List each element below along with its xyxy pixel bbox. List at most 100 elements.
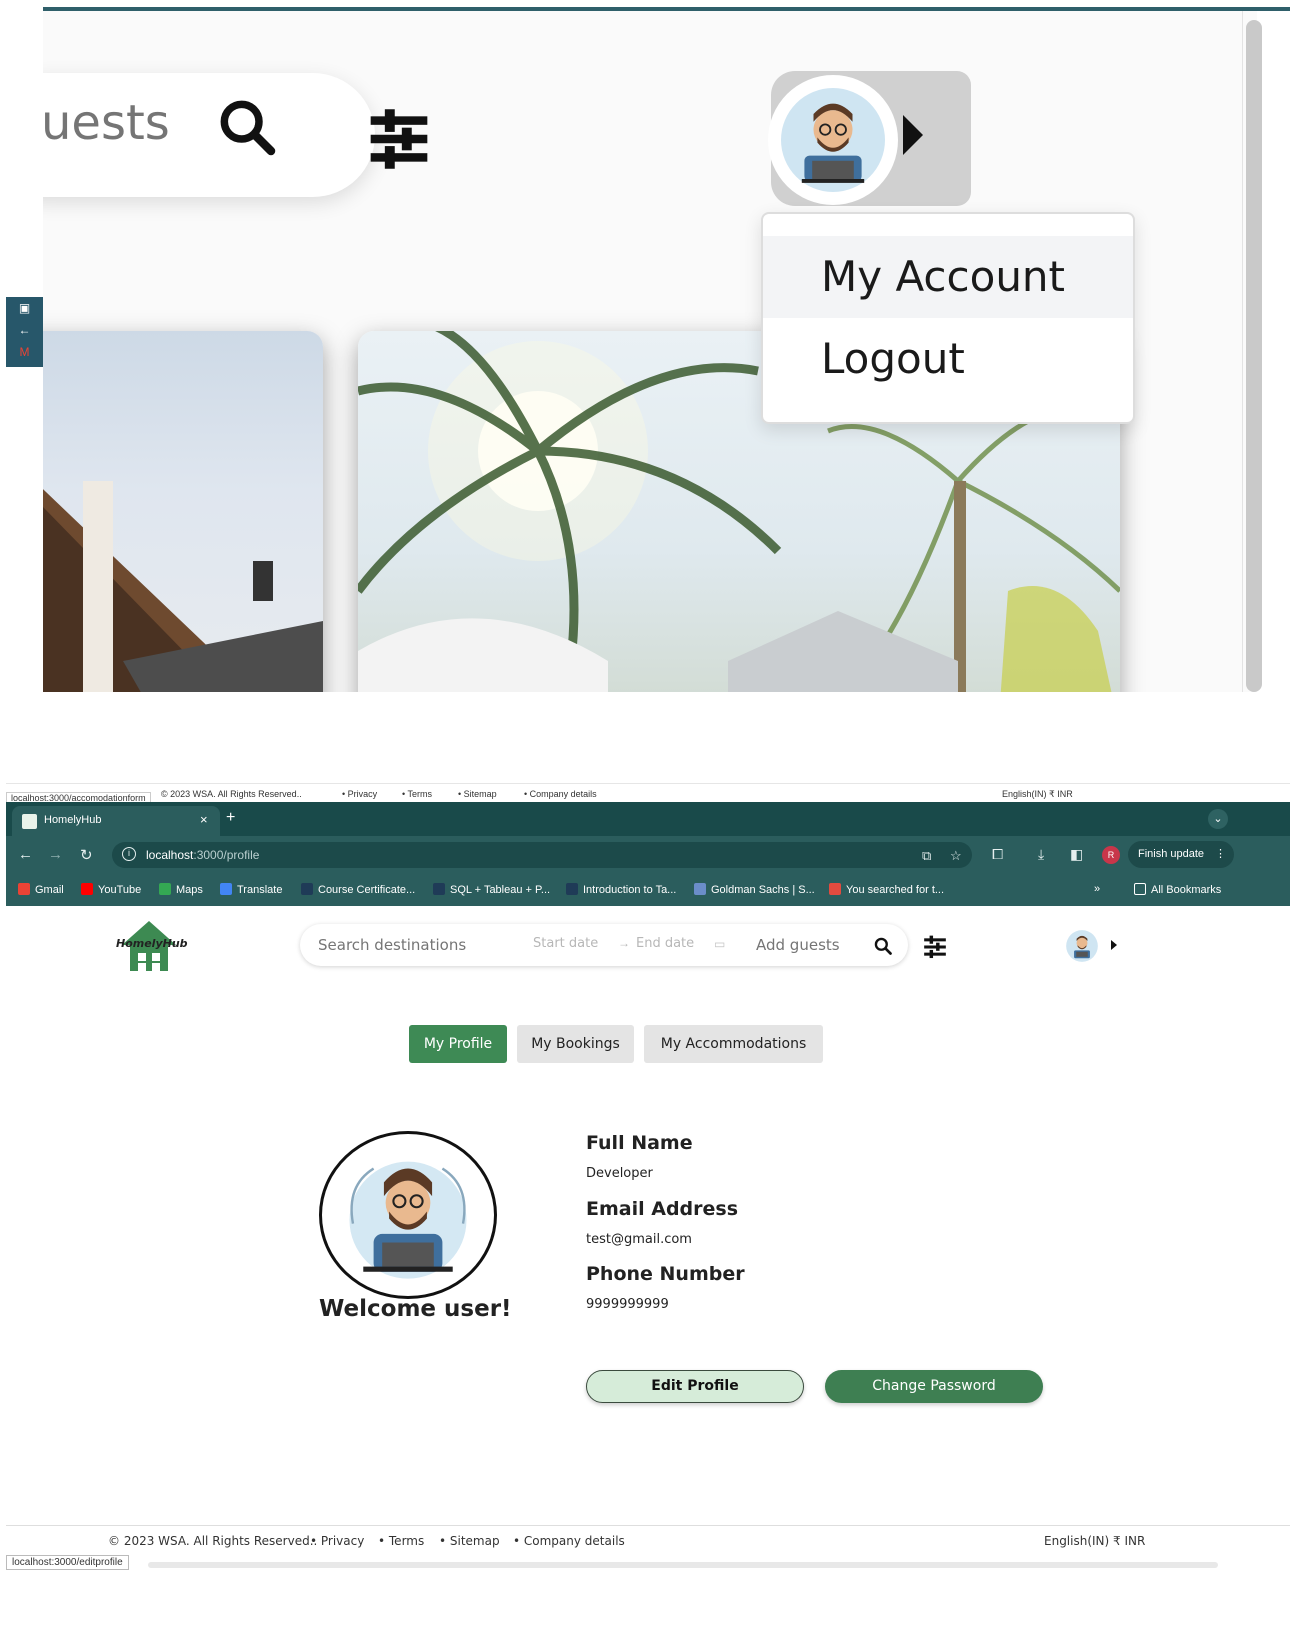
bookmark-you-searched[interactable]: You searched for t...	[829, 883, 944, 896]
bookmark-label: Gmail	[35, 884, 64, 896]
maps-icon	[159, 883, 171, 895]
browser-tab[interactable]: HomelyHub ×	[12, 806, 220, 836]
zoom-avatar[interactable]	[768, 75, 898, 205]
bookmark-label: Goldman Sachs | S...	[711, 884, 815, 896]
bookmark-translate[interactable]: Translate	[220, 883, 282, 896]
mini-gmail-icon: M	[19, 345, 30, 359]
chevron-down-icon[interactable]: ⌄	[1208, 809, 1228, 829]
mini-side-panel: ▣ ← M	[6, 297, 43, 367]
start-date-input[interactable]: Start date	[533, 936, 598, 951]
footer-copyright: © 2023 WSA. All Rights Reserved..	[108, 1534, 318, 1548]
bookmarks-bar: Gmail YouTube Maps Translate Course Cert…	[6, 874, 1290, 906]
listing-card-image[interactable]	[43, 331, 323, 692]
site-info-icon[interactable]: i	[122, 847, 136, 861]
edit-profile-button[interactable]: Edit Profile	[586, 1370, 804, 1403]
back-arrow-icon[interactable]: ←	[18, 846, 33, 863]
caret-right-icon[interactable]	[903, 115, 923, 155]
bookmark-maps[interactable]: Maps	[159, 883, 203, 896]
menu-item-my-account[interactable]: My Account	[763, 236, 1133, 318]
filter-sliders-icon[interactable]	[365, 105, 433, 173]
bookmark-label: YouTube	[98, 884, 142, 896]
ghost-link-company[interactable]: • Company details	[524, 789, 597, 799]
extensions-icon[interactable]: ⧠	[992, 846, 1003, 863]
ghost-link-privacy[interactable]: • Privacy	[342, 789, 377, 799]
bookmark-sql-tableau[interactable]: SQL + Tableau + P...	[433, 883, 550, 896]
bird-icon	[829, 883, 841, 895]
url-host: localhost	[146, 848, 194, 862]
horizontal-scrollbar[interactable]	[148, 1562, 1218, 1568]
footer-link-terms[interactable]: • Terms	[378, 1534, 424, 1548]
all-bookmarks[interactable]: All Bookmarks	[1134, 883, 1221, 896]
mini-back-arrow-icon[interactable]: ←	[6, 319, 43, 341]
change-password-button[interactable]: Change Password	[825, 1370, 1043, 1403]
tab-my-accommodations[interactable]: My Accommodations	[644, 1025, 823, 1063]
developer-avatar-icon	[349, 1161, 467, 1279]
kebab-menu-icon[interactable]: ⋮	[1215, 841, 1226, 868]
star-icon[interactable]: ☆	[950, 848, 962, 864]
guests-input[interactable]: Add guests	[756, 936, 840, 954]
email-value: test@gmail.com	[586, 1232, 692, 1247]
profile-avatar[interactable]: R	[1102, 846, 1120, 864]
zoom-divider	[1242, 11, 1243, 692]
side-panel-icon[interactable]: ◧	[1070, 846, 1083, 863]
tab-my-bookings[interactable]: My Bookings	[517, 1025, 634, 1063]
menu-item-logout[interactable]: Logout	[763, 318, 1133, 400]
search-bar[interactable]: Search destinations Start date → End dat…	[300, 924, 908, 966]
search-icon[interactable]	[215, 95, 279, 159]
zoom-search-guests-text: uests	[43, 95, 170, 151]
footer-divider	[6, 1525, 1290, 1526]
footer-link-company-details[interactable]: • Company details	[513, 1534, 625, 1548]
footer-link-privacy[interactable]: • Privacy	[310, 1534, 364, 1548]
bookmark-youtube[interactable]: YouTube	[81, 883, 141, 896]
zoom-search-bar[interactable]: uests	[43, 73, 375, 197]
full-name-value: Developer	[586, 1166, 653, 1181]
install-app-icon[interactable]: ⧉	[922, 848, 931, 864]
bookmark-label: Maps	[176, 884, 203, 896]
more-bookmarks-icon[interactable]: »	[1094, 883, 1100, 895]
address-bar[interactable]: i localhost:3000/profile ⧉ ☆	[112, 842, 972, 868]
status-url-hint: localhost:3000/editprofile	[6, 1555, 129, 1570]
new-tab-icon[interactable]: +	[226, 809, 235, 827]
calendar-icon[interactable]: ▭	[714, 937, 725, 951]
zoomed-view: uests My Account Logout ▣ ← M	[0, 0, 1290, 692]
filter-sliders-icon[interactable]	[922, 934, 948, 960]
goldman-icon	[694, 883, 706, 895]
zoom-scrollbar[interactable]	[1246, 20, 1262, 692]
translate-icon	[220, 883, 232, 895]
download-icon[interactable]: ⤓	[1038, 846, 1044, 863]
phone-label: Phone Number	[586, 1263, 745, 1285]
finish-update-button[interactable]: Finish update ⋮	[1128, 841, 1234, 868]
browser-toolbar: ← → ↻ i localhost:3000/profile ⧉ ☆ ⧠ ⤓ ◧…	[6, 836, 1290, 874]
destination-input[interactable]: Search destinations	[318, 936, 466, 954]
caret-right-icon[interactable]	[1111, 940, 1117, 950]
bookmark-label: Translate	[237, 884, 283, 896]
bookmark-label: You searched for t...	[846, 884, 945, 896]
search-icon[interactable]	[873, 936, 893, 956]
end-date-input[interactable]: End date	[636, 936, 694, 951]
footer-locale-currency[interactable]: English(IN) ₹ INR	[1044, 1534, 1145, 1548]
finish-update-label: Finish update	[1138, 848, 1205, 860]
ghost-locale[interactable]: English(IN) ₹ INR	[1002, 789, 1073, 800]
chart-icon	[433, 883, 445, 895]
forward-arrow-icon[interactable]: →	[48, 846, 63, 863]
ghost-copyright: © 2023 WSA. All Rights Reserved..	[161, 789, 302, 799]
reload-icon[interactable]: ↻	[80, 846, 93, 864]
ghost-link-terms[interactable]: • Terms	[402, 789, 432, 799]
address-url[interactable]: localhost:3000/profile	[146, 848, 259, 862]
footer-link-sitemap[interactable]: • Sitemap	[439, 1534, 500, 1548]
homelyhub-favicon-icon	[22, 814, 37, 829]
bookmark-course-certificate[interactable]: Course Certificate...	[301, 883, 415, 896]
bookmark-intro-ta[interactable]: Introduction to Ta...	[566, 883, 676, 896]
browser-tab-strip: HomelyHub × + ⌄	[6, 802, 1290, 836]
phone-value: 9999999999	[586, 1297, 669, 1312]
ghost-link-sitemap[interactable]: • Sitemap	[458, 789, 497, 799]
email-label: Email Address	[586, 1198, 739, 1220]
bookmark-gmail[interactable]: Gmail	[18, 883, 64, 896]
homelyhub-logo[interactable]: HomelyHub	[116, 919, 188, 973]
youtube-icon	[81, 883, 93, 895]
tab-my-profile[interactable]: My Profile	[409, 1025, 507, 1063]
user-avatar[interactable]	[1064, 928, 1100, 964]
close-icon[interactable]: ×	[200, 812, 208, 827]
zoom-page: uests My Account Logout	[43, 11, 1257, 692]
bookmark-goldman-sachs[interactable]: Goldman Sachs | S...	[694, 883, 815, 896]
